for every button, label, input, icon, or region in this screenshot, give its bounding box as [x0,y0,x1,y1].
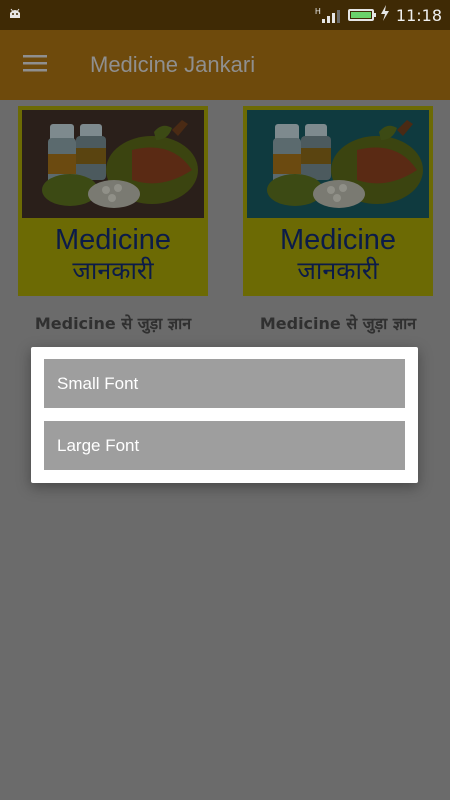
app-bar: Medicine Jankari [0,30,450,100]
banner-title: Medicine [279,224,397,256]
tile-banner: Medicine जानकारी [22,218,204,292]
android-icon [8,6,22,25]
menu-button[interactable] [0,30,70,100]
medicine-photo [247,110,429,218]
battery-icon [347,9,376,21]
banner-subtitle: जानकारी [297,256,379,285]
font-size-dialog: Small Font Large Font [31,347,418,483]
banner-title: Medicine [54,224,172,256]
status-bar: H 11:18 [0,0,450,30]
tile-medicine-1[interactable]: Medicine जानकारी Medicine से जुड़ा ज्ञान [18,106,208,334]
tile-image: Medicine जानकारी [243,106,433,296]
tile-caption: Medicine से जुड़ा ज्ञान [259,314,417,333]
hamburger-menu-icon [23,54,47,76]
banner-subtitle: जानकारी [72,256,154,285]
tile-medicine-2[interactable]: Medicine जानकारी Medicine से जुड़ा ज्ञान [243,106,433,334]
small-font-option[interactable]: Small Font [44,359,405,408]
tile-caption: Medicine से जुड़ा ज्ञान [34,314,192,333]
tile-banner: Medicine जानकारी [247,218,429,292]
charging-icon [380,5,390,25]
medicine-photo [22,110,204,218]
large-font-option[interactable]: Large Font [44,421,405,470]
signal-icon: H [315,7,342,23]
app-title: Medicine Jankari [90,52,256,77]
tile-image: Medicine जानकारी [18,106,208,296]
status-time: 11:18 [395,5,442,25]
